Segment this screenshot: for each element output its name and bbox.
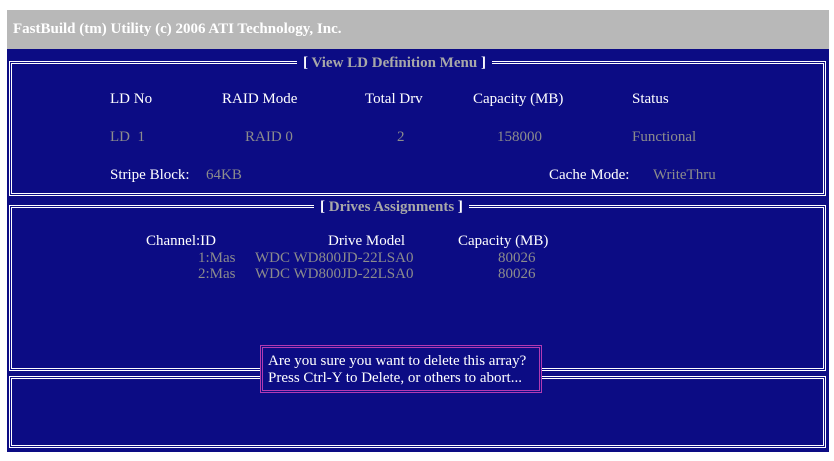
col-header-drive-capacity: Capacity (MB)	[458, 233, 549, 249]
dialog-question: Are you sure you want to delete this arr…	[268, 353, 527, 369]
cache-mode-label: Cache Mode:	[549, 167, 630, 183]
col-header-capacity: Capacity (MB)	[473, 91, 564, 107]
drives-panel-heading: [ Drives Assignments ]	[314, 198, 469, 216]
stripe-block-label: Stripe Block:	[110, 167, 190, 183]
drive-capacity: 80026	[498, 266, 536, 282]
title-bar: FastBuild (tm) Utility (c) 2006 ATI Tech…	[7, 10, 829, 49]
bios-screen: FastBuild (tm) Utility (c) 2006 ATI Tech…	[7, 10, 829, 452]
cache-mode-value: WriteThru	[653, 167, 716, 183]
col-header-drive-model: Drive Model	[328, 233, 406, 249]
status-value: Functional	[632, 129, 697, 145]
raid-mode-value: RAID 0	[245, 129, 293, 145]
ld-definition-panel: [ View LD Definition Menu ] LD No RAID M…	[9, 54, 826, 196]
col-header-status: Status	[632, 91, 669, 107]
total-drv-value: 2	[397, 129, 405, 145]
drive-channel: 2:Mas	[198, 266, 236, 282]
drives-panel-title: Drives Assignments	[328, 199, 455, 215]
col-header-total-drv: Total Drv	[365, 91, 423, 107]
col-header-raid-mode: RAID Mode	[222, 91, 298, 107]
ld-no-value: LD 1	[110, 129, 145, 145]
dialog-instruction: Press Ctrl-Y to Delete, or others to abo…	[268, 370, 522, 386]
ld-panel-title: View LD Definition Menu	[311, 55, 478, 71]
delete-confirm-dialog[interactable]: Are you sure you want to delete this arr…	[260, 345, 542, 393]
drive-model: WDC WD800JD-22LSA0	[255, 266, 414, 282]
app-title: FastBuild (tm) Utility (c) 2006 ATI Tech…	[13, 21, 342, 37]
ld-panel-heading: [ View LD Definition Menu ]	[297, 54, 492, 72]
col-header-ld-no: LD No	[110, 91, 153, 107]
stripe-block-value: 64KB	[206, 167, 242, 183]
capacity-value: 158000	[497, 129, 542, 145]
col-header-channel-id: Channel:ID	[146, 233, 216, 249]
